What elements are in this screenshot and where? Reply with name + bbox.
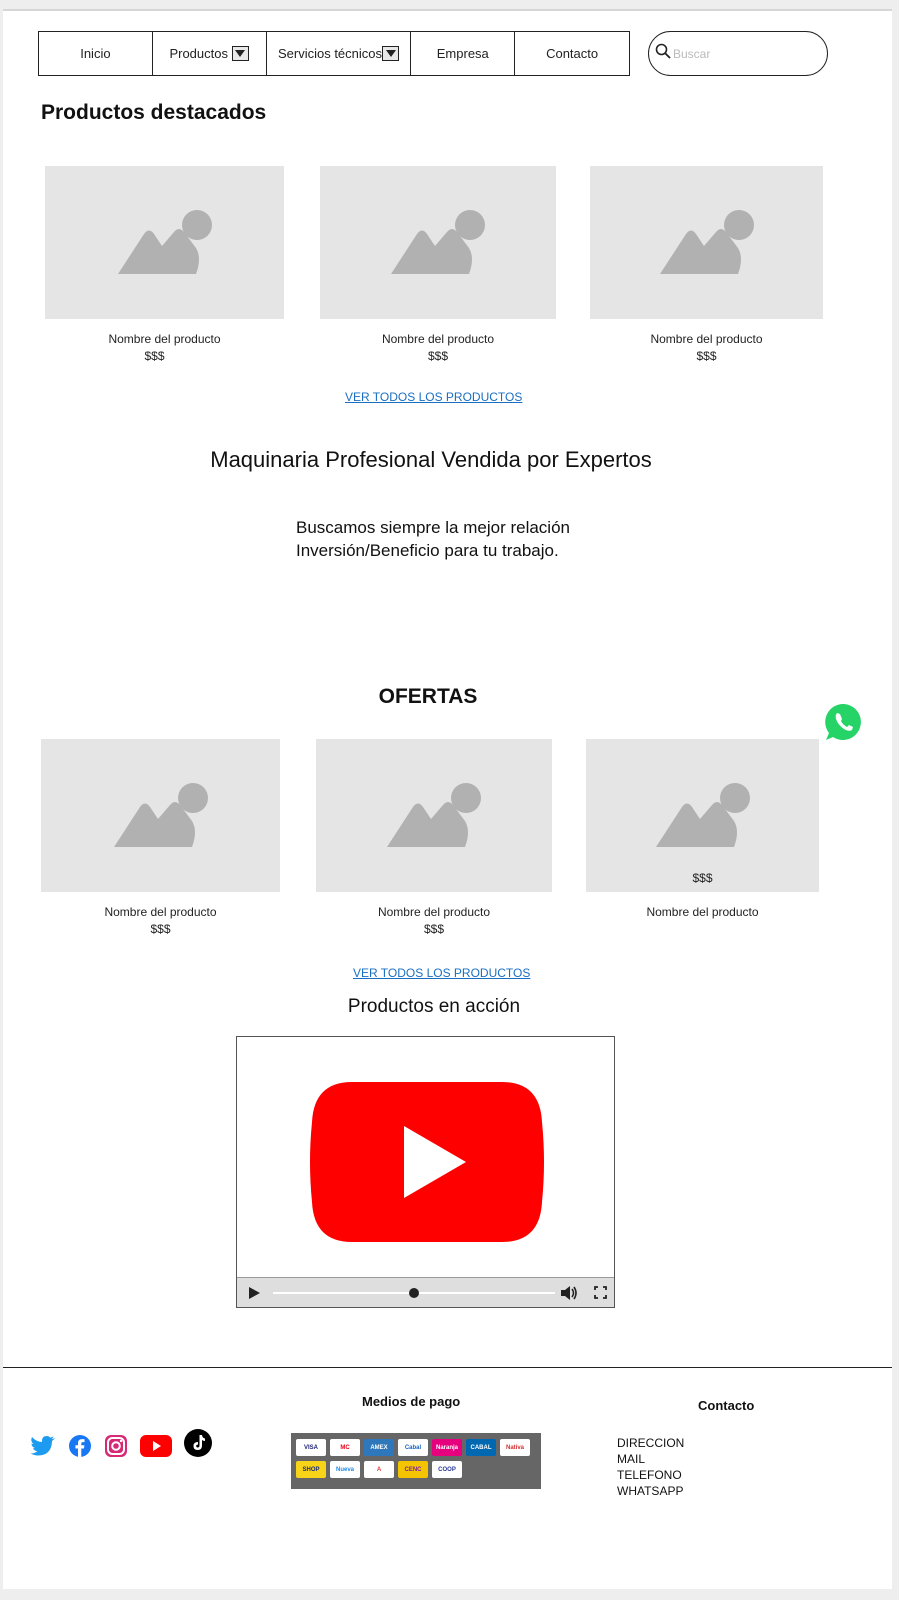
product-image [590,166,823,319]
nav-item-servicios-tecnicos[interactable]: Servicios técnicos [267,32,412,75]
search-input[interactable] [673,46,813,61]
contact-title: Contacto [698,1398,755,1413]
payment-method-badge: Nativa [500,1439,530,1456]
payment-method-badge: COOP [432,1461,462,1478]
product-name: Nombre del producto [650,332,763,346]
contact-whatsapp[interactable]: WHATSAPP [617,1483,684,1499]
facebook-icon[interactable] [68,1434,92,1458]
whatsapp-icon[interactable] [822,700,866,744]
contact-address[interactable]: DIRECCION [617,1435,684,1451]
image-placeholder-icon [113,782,208,847]
instagram-icon[interactable] [104,1434,128,1458]
product-price: $$$ [150,922,171,936]
payment-method-badge: MC [330,1439,360,1456]
social-links [30,1429,224,1458]
product-image [316,739,552,892]
payment-method-badge: CABAL [466,1439,496,1456]
tagline-line: Inversión/Beneficio para tu trabajo. [296,541,559,560]
product-image [320,166,556,319]
play-icon[interactable] [248,1287,260,1299]
video-controls [237,1277,614,1307]
product-name: Nombre del producto [377,905,491,919]
featured-title: Productos destacados [41,101,267,124]
nav-item-contacto[interactable]: Contacto [515,32,629,75]
view-all-featured-link[interactable]: VER TODOS LOS PRODUCTOS [345,390,522,404]
youtube-play-icon[interactable] [310,1080,544,1244]
payment-method-badge: Naranja [432,1439,462,1456]
nav-item-empresa[interactable]: Empresa [411,32,516,75]
contact-phone[interactable]: TELEFONO [617,1467,684,1483]
featured-product-card[interactable]: Nombre del producto $$$ [590,166,823,363]
product-image [41,739,280,892]
payment-method-badge: SHOP [296,1461,326,1478]
tagline-copy: Buscamos siempre la mejor relación Inver… [296,516,570,562]
nav-item-productos[interactable]: Productos [153,32,267,75]
nav-item-label: Servicios técnicos [277,46,383,61]
main-nav: Inicio Productos Servicios técnicos Empr… [38,31,630,76]
image-placeholder-icon [387,782,481,847]
image-placeholder-icon [391,209,485,274]
search-icon[interactable] [655,43,671,64]
tagline-title: Maquinaria Profesional Vendida por Exper… [210,447,652,472]
search-box [648,31,828,76]
image-placeholder-icon [117,209,212,274]
image-placeholder-icon [659,209,754,274]
volume-icon[interactable] [560,1285,578,1301]
page: Inicio Productos Servicios técnicos Empr… [3,9,892,1589]
dropdown-arrow-icon[interactable] [231,46,249,61]
payment-method-badge: Cabal [398,1439,428,1456]
offer-product-card[interactable]: Nombre del producto $$$ [41,739,280,936]
product-image: $$$ [586,739,819,892]
offers-title: OFERTAS [378,685,478,708]
offer-product-card[interactable]: $$$ Nombre del producto [586,739,819,919]
nav-item-label: Contacto [546,46,599,61]
payment-method-badge: A [364,1461,394,1478]
payment-method-badge: AMEX [364,1439,394,1456]
fullscreen-icon[interactable] [594,1286,607,1299]
footer: Medios de pago Contacto VISA MC AMEX Cabal N… [3,1367,892,1589]
product-price: $$$ [144,349,165,363]
dropdown-arrow-icon[interactable] [382,46,400,61]
featured-product-card[interactable]: Nombre del producto $$$ [320,166,556,363]
video-player[interactable] [236,1036,615,1308]
payment-methods: VISA MC AMEX Cabal Naranja CABAL Nativa SHOP Nu… [291,1433,541,1489]
nav-item-inicio[interactable]: Inicio [39,32,153,75]
nav-item-label: Inicio [80,46,111,61]
payments-title: Medios de pago [362,1394,461,1409]
tagline-line: Buscamos siempre la mejor relación [296,518,570,537]
video-progress-knob[interactable] [409,1288,419,1298]
featured-product-card[interactable]: Nombre del producto $$$ [45,166,284,363]
payment-method-badge: CENC [398,1461,428,1478]
product-price: $$$ [692,871,713,885]
nav-item-label: Empresa [436,46,489,61]
payment-method-badge: VISA [296,1439,326,1456]
image-placeholder-icon [655,782,750,847]
product-name: Nombre del producto [104,905,217,919]
product-price: $$$ [696,349,717,363]
contact-mail[interactable]: MAIL [617,1451,684,1467]
view-all-offers-link[interactable]: VER TODOS LOS PRODUCTOS [353,966,530,980]
nav-item-label: Productos [169,46,228,61]
twitter-icon[interactable] [30,1435,56,1457]
payment-method-badge: Nueva [330,1461,360,1478]
product-name: Nombre del producto [108,332,221,346]
product-price: $$$ [427,349,449,363]
contact-list: DIRECCION MAIL TELEFONO WHATSAPP [617,1435,684,1499]
youtube-icon[interactable] [140,1435,172,1457]
tiktok-icon[interactable] [184,1429,212,1457]
product-name: Nombre del producto [646,905,759,919]
video-section-title: Productos en acción [347,996,521,1017]
product-image [45,166,284,319]
offer-product-card[interactable]: Nombre del producto $$$ [316,739,552,936]
product-price: $$$ [423,922,445,936]
video-progress-track[interactable] [273,1288,555,1298]
product-name: Nombre del producto [381,332,495,346]
